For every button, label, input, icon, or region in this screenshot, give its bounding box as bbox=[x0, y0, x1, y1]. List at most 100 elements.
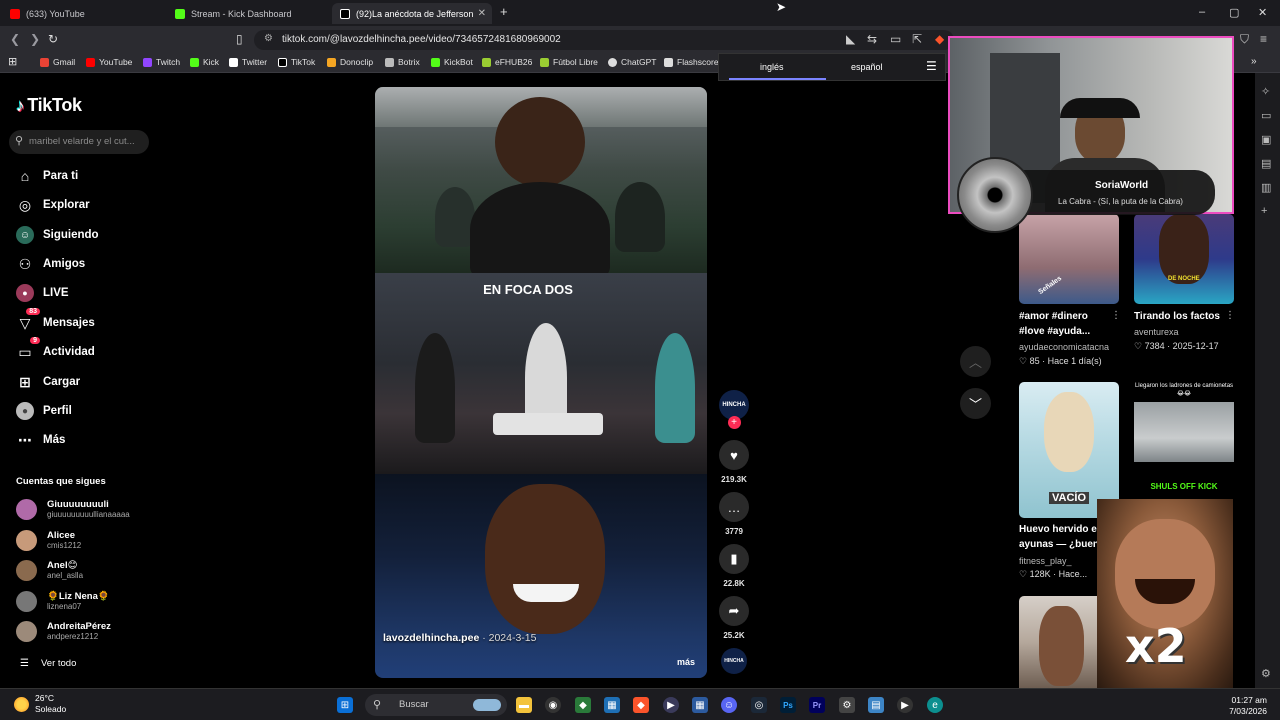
settings-gear-icon[interactable]: ⚙ bbox=[1261, 667, 1271, 680]
account-item[interactable]: 🌻Liz Nena🌻 liznena07 bbox=[16, 591, 110, 612]
like-button[interactable]: ♥ 219.3K bbox=[719, 440, 749, 484]
creator-avatar[interactable]: HINCHA + bbox=[719, 390, 749, 429]
close-window-button[interactable]: ✕ bbox=[1258, 6, 1267, 19]
nav-mensajes[interactable]: ▽ 83 Mensajes bbox=[16, 308, 95, 334]
bookmark-youtube[interactable]: YouTube bbox=[86, 57, 132, 67]
steam-icon[interactable]: ◎ bbox=[751, 697, 767, 713]
bookmark-twitch[interactable]: Twitch bbox=[143, 57, 180, 67]
tab-youtube[interactable]: (633) YouTube bbox=[2, 3, 162, 24]
feed-title[interactable]: #amor #dinero bbox=[1019, 310, 1088, 324]
reload-icon[interactable]: ↻ bbox=[48, 32, 58, 46]
tiktok-logo[interactable]: ♪ TikTok bbox=[16, 95, 82, 116]
video-caption[interactable]: lavozdelhincha.pee · 2024-3-15 bbox=[383, 632, 536, 644]
bookmark-twitter[interactable]: Twitter bbox=[229, 57, 267, 67]
brave-browser-icon[interactable]: ◆ bbox=[633, 697, 649, 713]
translate-menu-icon[interactable]: ☰ bbox=[926, 59, 937, 73]
notepad-icon[interactable]: ▤ bbox=[868, 697, 884, 713]
tab-ingles[interactable]: inglés bbox=[760, 62, 784, 72]
feed-thumbnail[interactable]: VACÍO bbox=[1019, 382, 1119, 518]
photoshop-icon[interactable]: Ps bbox=[780, 697, 796, 713]
feed-title[interactable]: Tirando los factos bbox=[1134, 310, 1220, 324]
more-options-icon[interactable]: ⋮ bbox=[1225, 310, 1235, 321]
previous-video-button[interactable]: ︿ bbox=[960, 346, 991, 377]
feed-thumbnail[interactable]: Llegaron los ladrones de camionetas😂😂 SH… bbox=[1134, 380, 1234, 500]
bookmark-flashscore[interactable]: Flashscore bbox=[664, 57, 719, 67]
windows-start-icon[interactable]: ⊞ bbox=[337, 697, 353, 713]
account-item[interactable]: Anel😊 anel_aslla bbox=[16, 560, 83, 581]
bookmark-gmail[interactable]: Gmail bbox=[40, 57, 75, 67]
nav-explorar[interactable]: ◎ Explorar bbox=[16, 194, 90, 216]
bookmark-futbol-libre[interactable]: Fútbol Libre bbox=[540, 57, 598, 67]
feed-thumbnail[interactable]: Señales bbox=[1019, 214, 1119, 304]
tab-kick-dashboard[interactable]: Stream - Kick Dashboard bbox=[167, 3, 327, 24]
feed-title-line2[interactable]: #love #ayuda... bbox=[1019, 325, 1090, 339]
settings-icon[interactable]: ⚙ bbox=[839, 697, 855, 713]
back-icon[interactable]: ❮ bbox=[10, 32, 20, 46]
media-icon[interactable]: ▭ bbox=[1261, 109, 1271, 122]
cast-icon[interactable]: ▭ bbox=[890, 32, 901, 46]
nav-siguiendo[interactable]: ☺ Siguiendo bbox=[16, 224, 99, 246]
premiere-icon[interactable]: Pr bbox=[809, 697, 825, 713]
app-icon[interactable]: ◆ bbox=[575, 697, 591, 713]
next-video-button[interactable]: ﹀ bbox=[960, 388, 991, 419]
feed-author[interactable]: aventurexa bbox=[1134, 327, 1179, 337]
weather-widget[interactable]: 26°C Soleado bbox=[14, 693, 66, 715]
feed-title-line2[interactable]: ayunas — ¿buen... bbox=[1019, 538, 1107, 552]
account-item[interactable]: Alicee cmis1212 bbox=[16, 530, 81, 551]
bookmarks-panel-icon[interactable]: ▤ bbox=[1261, 157, 1271, 170]
nav-perfil[interactable]: ● Perfil bbox=[16, 400, 72, 422]
close-tab-icon[interactable]: ✕ bbox=[478, 8, 486, 19]
bookmark-efhub26[interactable]: eFHUB26 bbox=[482, 57, 532, 67]
brave-shield-icon[interactable]: ◆ bbox=[935, 32, 944, 46]
obs-icon[interactable]: ◉ bbox=[545, 697, 561, 713]
nav-para-ti[interactable]: ⌂ Para ti bbox=[16, 165, 78, 187]
menu-icon[interactable]: ≡ bbox=[1260, 32, 1267, 46]
feed-author[interactable]: fitness_play_ bbox=[1019, 556, 1072, 566]
bookmark-kick[interactable]: Kick bbox=[190, 57, 219, 67]
file-explorer-icon[interactable]: ▬ bbox=[516, 697, 532, 713]
tab-tiktok-video[interactable]: (92)La anécdota de Jefferson ✕ bbox=[332, 3, 492, 24]
follow-plus-icon[interactable]: + bbox=[727, 416, 741, 429]
tab-espanol[interactable]: español bbox=[851, 62, 883, 72]
nav-cargar[interactable]: ⊞ Cargar bbox=[16, 371, 80, 393]
bookmark-tiktok[interactable]: TikTok bbox=[278, 57, 315, 67]
video-more-link[interactable]: más bbox=[677, 657, 695, 667]
new-tab-button[interactable]: + bbox=[500, 4, 508, 19]
leo-ai-icon[interactable]: ✧ bbox=[1261, 85, 1270, 98]
site-info-icon[interactable]: ⚙ bbox=[264, 33, 273, 44]
nav-amigos[interactable]: ⚇ Amigos bbox=[16, 253, 85, 275]
bookmark-icon[interactable]: ▯ bbox=[236, 32, 243, 46]
bookmark-chatgpt[interactable]: ChatGPT bbox=[608, 57, 656, 67]
vpn-shield-icon[interactable]: ⛉ bbox=[1240, 32, 1249, 47]
system-clock[interactable]: 01:27 am 7/03/2026 bbox=[1229, 695, 1267, 717]
translate-icon[interactable]: ⇆ bbox=[867, 32, 877, 46]
bookmark-botrix[interactable]: Botrix bbox=[385, 57, 420, 67]
maximize-button[interactable]: ▢ bbox=[1229, 6, 1239, 19]
account-item[interactable]: AndreitaPérez andperez1212 bbox=[16, 621, 111, 642]
forward-icon[interactable]: ❯ bbox=[30, 32, 40, 46]
see-all-link[interactable]: ☰ Ver todo bbox=[20, 658, 76, 669]
bookmark-donoclip[interactable]: Donoclip bbox=[327, 57, 373, 67]
search-input[interactable]: ⚲ maribel velarde y el cut... bbox=[9, 130, 149, 154]
share-icon[interactable]: ⇱ bbox=[912, 32, 922, 46]
add-panel-icon[interactable]: + bbox=[1261, 205, 1267, 217]
bookmark-kickbot[interactable]: KickBot bbox=[431, 57, 473, 67]
more-options-icon[interactable]: ⋮ bbox=[1111, 310, 1121, 321]
share-button[interactable]: ➦ 25.2K bbox=[719, 596, 749, 640]
reading-list-icon[interactable]: ▥ bbox=[1261, 181, 1271, 194]
account-item[interactable]: Giuuuuuuuuli giuuuuuuuuullianaaaaa bbox=[16, 499, 130, 520]
video-player[interactable]: EN FOCA DOS lavozdelhincha.pee · 2024-3-… bbox=[375, 87, 707, 678]
save-button[interactable]: ▮ 22.8K bbox=[719, 544, 749, 588]
reader-mode-icon[interactable]: ◣ bbox=[846, 32, 855, 46]
play-icon[interactable]: ▶ bbox=[897, 697, 913, 713]
discord-icon[interactable]: ☺ bbox=[721, 697, 737, 713]
more-bookmarks-icon[interactable]: » bbox=[1251, 56, 1257, 67]
comment-button[interactable]: … 3779 bbox=[719, 492, 749, 536]
taskbar-search[interactable]: ⚲ Buscar bbox=[365, 694, 507, 716]
sound-disc[interactable]: HINCHA bbox=[719, 648, 749, 674]
calculator-icon[interactable]: ▦ bbox=[692, 697, 708, 713]
wallet-icon[interactable]: ▣ bbox=[1261, 133, 1271, 146]
app-icon[interactable]: ▦ bbox=[604, 697, 620, 713]
feed-thumbnail[interactable]: DE NOCHE bbox=[1134, 214, 1234, 304]
feed-title[interactable]: Huevo hervido en bbox=[1019, 523, 1103, 537]
